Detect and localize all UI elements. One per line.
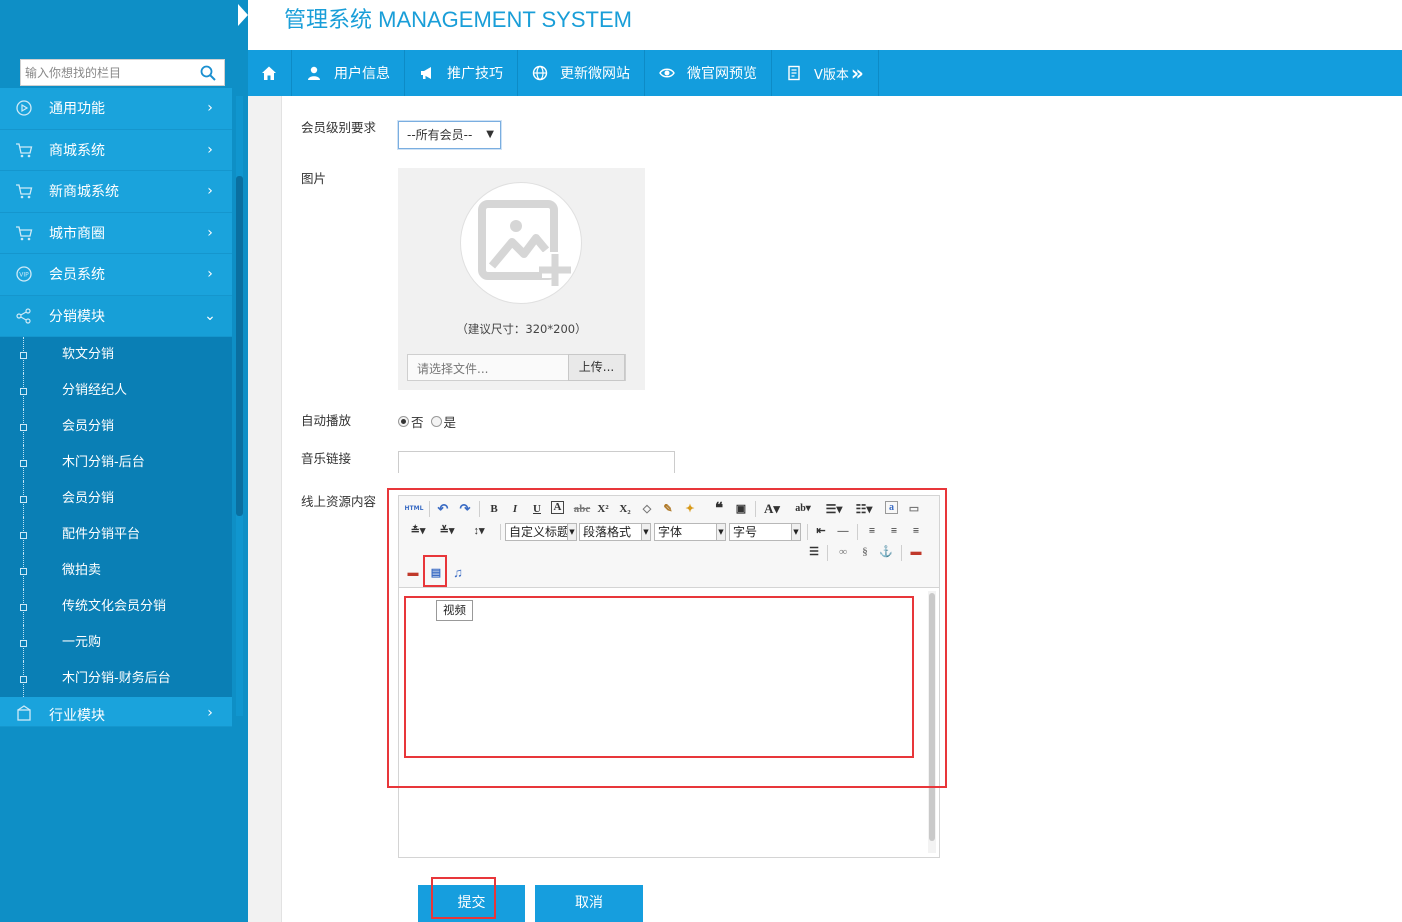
cart-icon <box>16 143 33 158</box>
share-icon <box>16 308 31 324</box>
file-picker[interactable]: 请选择文件... 上传... <box>407 354 626 381</box>
vip-icon: VIP <box>16 266 32 282</box>
submenu-item[interactable]: 会员分销 <box>0 409 232 445</box>
sidebar-item-label: 城市商圈 <box>49 225 105 242</box>
megaphone-icon <box>421 67 431 79</box>
content-label: 线上资源内容 <box>301 494 377 509</box>
sidebar-search <box>20 59 225 86</box>
image-upload-panel: （建议尺寸：320*200） 请选择文件... 上传... <box>398 168 645 390</box>
sidebar-scrollbar[interactable] <box>236 96 243 716</box>
submenu-item[interactable]: 软文分销 <box>0 337 232 373</box>
sidebar-item-label: 分销模块 <box>49 308 105 325</box>
member-level-value: --所有会员-- <box>407 128 473 142</box>
member-level-label: 会员级别要求 <box>301 120 377 135</box>
sidebar-menu: 通用功能 › 商城系统 › 新商城系统 › 城市商圈 › VIP 会员系统 › … <box>0 88 232 727</box>
nav-label: 推广技巧 <box>447 66 503 82</box>
cart-icon <box>16 184 33 199</box>
sidebar-item-member[interactable]: VIP 会员系统 › <box>0 254 232 296</box>
sidebar-item-label: 新商城系统 <box>49 184 119 201</box>
sidebar-notch <box>238 4 248 26</box>
add-image-icon <box>478 200 571 286</box>
music-link-label: 音乐链接 <box>301 451 352 466</box>
sidebar-item-industry[interactable]: 行业模块 › <box>0 697 232 727</box>
nav-promotion-tips[interactable]: 推广技巧 <box>405 50 518 96</box>
sidebar-search-input[interactable] <box>21 60 193 85</box>
annotation-submit-box <box>431 877 496 919</box>
music-link-input[interactable] <box>398 451 675 473</box>
autoplay-option-no: 否 <box>411 415 424 430</box>
sidebar-scrollbar-thumb[interactable] <box>236 176 243 516</box>
upload-button[interactable]: 上传... <box>568 354 625 381</box>
chevron-right-icon: › <box>207 266 213 283</box>
globe-icon <box>532 65 548 81</box>
sidebar-item-distribution[interactable]: 分销模块 ⌄ <box>0 295 232 337</box>
sidebar-item-new-mall[interactable]: 新商城系统 › <box>0 171 232 213</box>
file-placeholder: 请选择文件... <box>417 362 489 376</box>
sidebar-submenu-distribution: 软文分销 分销经纪人 会员分销 木门分销-后台 会员分销 配件分销平台 微拍卖 … <box>0 337 232 697</box>
chevron-down-icon: ⌄ <box>204 307 216 324</box>
image-label: 图片 <box>301 171 327 186</box>
sidebar-item-city-business[interactable]: 城市商圈 › <box>0 212 232 254</box>
nav-home[interactable] <box>248 50 292 96</box>
cancel-button[interactable]: 取消 <box>535 885 643 922</box>
nav-label: 更新微网站 <box>560 66 630 82</box>
autoplay-radio-yes[interactable] <box>430 416 442 427</box>
chevron-right-icon: › <box>207 705 213 721</box>
content-left-gutter <box>248 96 282 922</box>
sidebar-item-label: 商城系统 <box>49 142 105 159</box>
double-chevron-right-icon: » <box>850 61 864 85</box>
sidebar-item-general[interactable]: 通用功能 › <box>0 88 232 130</box>
submenu-item[interactable]: 传统文化会员分销 <box>0 589 232 625</box>
cart-icon <box>16 226 33 241</box>
eye-icon <box>659 68 675 78</box>
submenu-item[interactable]: 分销经纪人 <box>0 373 232 409</box>
nav-version[interactable]: V版本 » <box>772 50 879 96</box>
image-size-hint: （建议尺寸：320*200） <box>456 322 587 336</box>
cube-icon <box>17 705 31 721</box>
caret-down-icon: ▼ <box>486 129 494 140</box>
page-title: 管理系统 MANAGEMENT SYSTEM <box>284 7 632 32</box>
submenu-item[interactable]: 木门分销-后台 <box>0 445 232 481</box>
sidebar-item-mall[interactable]: 商城系统 › <box>0 129 232 171</box>
sidebar-item-label: 通用功能 <box>49 101 105 118</box>
submenu-item[interactable]: 木门分销-财务后台 <box>0 661 232 697</box>
chevron-right-icon: › <box>207 141 213 158</box>
autoplay-radio-group: 否 是 <box>398 412 456 431</box>
play-circle-icon <box>16 100 32 116</box>
submenu-item[interactable]: 微拍卖 <box>0 553 232 589</box>
autoplay-label: 自动播放 <box>301 413 352 428</box>
nav-site-preview[interactable]: 微官网预览 <box>645 50 772 96</box>
document-icon <box>788 65 800 81</box>
autoplay-option-yes: 是 <box>443 415 457 430</box>
submenu-item[interactable]: 会员分销 <box>0 481 232 517</box>
sidebar-item-label: 会员系统 <box>49 267 105 284</box>
annotation-content-area-box <box>404 596 914 758</box>
submenu-item[interactable]: 一元购 <box>0 625 232 661</box>
nav-label: V版本 <box>814 67 849 83</box>
autoplay-radio-no[interactable] <box>398 416 409 427</box>
nav-user-info[interactable]: 用户信息 <box>292 50 405 96</box>
chevron-right-icon: › <box>207 100 213 117</box>
annotation-video-button-box <box>423 555 447 587</box>
nav-update-site[interactable]: 更新微网站 <box>518 50 645 96</box>
submenu-item[interactable]: 配件分销平台 <box>0 517 232 553</box>
top-navigation: 用户信息 推广技巧 更新微网站 微官网预览 V版本 » <box>248 50 1402 96</box>
image-placeholder[interactable] <box>460 182 582 304</box>
sidebar: 通用功能 › 商城系统 › 新商城系统 › 城市商圈 › VIP 会员系统 › … <box>0 0 248 922</box>
search-icon[interactable] <box>200 65 216 81</box>
svg-text:VIP: VIP <box>19 272 29 279</box>
member-level-select[interactable]: --所有会员-- ▼ <box>398 121 501 149</box>
home-icon <box>262 66 276 80</box>
chevron-right-icon: › <box>207 183 213 200</box>
nav-label: 微官网预览 <box>687 66 757 82</box>
user-icon <box>308 66 320 80</box>
sidebar-item-label: 行业模块 <box>49 708 105 724</box>
chevron-right-icon: › <box>207 224 213 241</box>
nav-label: 用户信息 <box>334 66 390 82</box>
